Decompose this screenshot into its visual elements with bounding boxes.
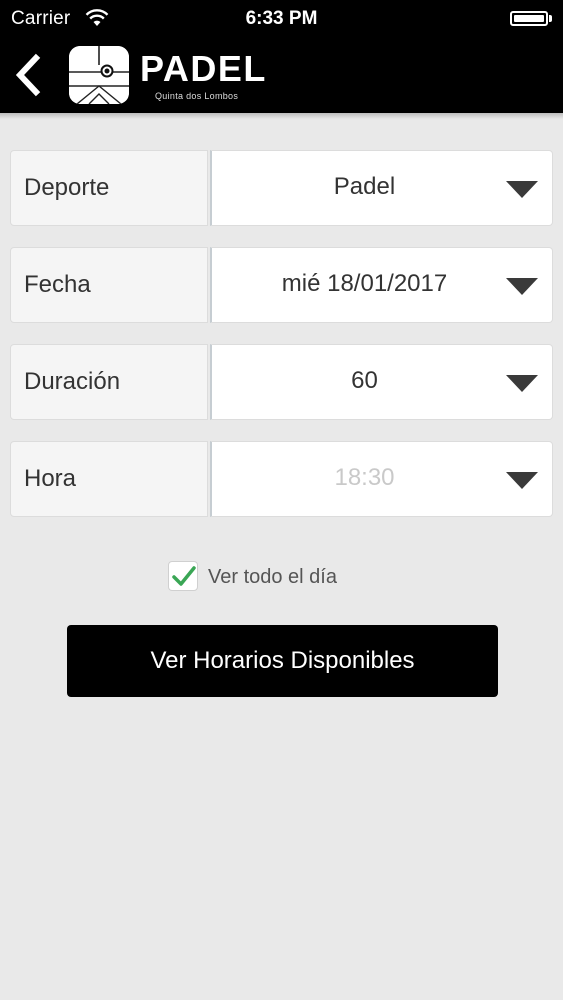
duration-dropdown[interactable]: 60 xyxy=(210,344,553,420)
caret-down-icon xyxy=(506,375,538,392)
field-value: Padel xyxy=(333,173,396,200)
field-row-fecha: Fecha mié 18/01/2017 xyxy=(10,247,553,323)
show-all-day-checkbox[interactable] xyxy=(168,561,198,591)
caret-down-icon xyxy=(506,278,538,295)
field-label: Hora xyxy=(10,441,208,517)
show-all-day-label: Ver todo el día xyxy=(208,566,337,588)
field-label: Deporte xyxy=(10,150,208,226)
header-shadow xyxy=(0,113,563,119)
field-row-duracion: Duración 60 xyxy=(10,344,553,420)
time-dropdown[interactable]: 18:30 xyxy=(210,441,553,517)
battery-tip xyxy=(549,15,552,22)
navigation-bar: Carrier 6:33 PM PADEL Quinta dos Lombos xyxy=(0,0,563,113)
sport-dropdown[interactable]: Padel xyxy=(210,150,553,226)
status-time: 6:33 PM xyxy=(245,8,318,29)
field-value: 60 xyxy=(351,367,378,394)
field-label: Fecha xyxy=(10,247,208,323)
field-label: Duración xyxy=(10,344,208,420)
field-row-deporte: Deporte Padel xyxy=(10,150,553,226)
caret-down-icon xyxy=(506,472,538,489)
field-value: mié 18/01/2017 xyxy=(281,270,448,297)
caret-down-icon xyxy=(506,181,538,198)
padel-court-logo xyxy=(69,46,129,104)
date-dropdown[interactable]: mié 18/01/2017 xyxy=(210,247,553,323)
brand-subtitle: Quinta dos Lombos xyxy=(155,91,239,101)
battery-icon xyxy=(510,11,548,26)
status-bar: Carrier 6:33 PM xyxy=(0,0,563,38)
field-value: 18:30 xyxy=(334,464,395,491)
chevron-left-icon xyxy=(15,53,41,97)
view-available-times-button[interactable]: Ver Horarios Disponibles xyxy=(67,625,498,697)
back-button[interactable] xyxy=(8,52,48,98)
brand-title: PADEL xyxy=(140,48,267,89)
field-row-hora: Hora 18:30 xyxy=(10,441,553,517)
checkmark-icon xyxy=(172,566,196,586)
